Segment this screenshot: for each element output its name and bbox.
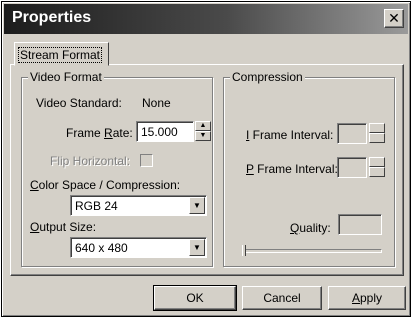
p-frame-interval-label: P Frame Interval: — [246, 162, 338, 176]
video-standard-value: None — [137, 92, 207, 113]
spin-up-icon[interactable]: ▲ — [195, 121, 211, 131]
window-title: Properties — [12, 9, 92, 26]
i-frame-interval-input[interactable] — [337, 123, 367, 144]
quality-label: Quality: — [290, 221, 331, 235]
video-standard-label: Video Standard: — [36, 96, 122, 110]
color-space-select[interactable]: RGB 24 ▼ — [70, 195, 207, 216]
tab-stream-format[interactable]: Stream Format — [14, 42, 109, 66]
color-space-label: Color Space / Compression: — [30, 178, 181, 192]
frame-rate-input[interactable]: 15.000 — [136, 121, 194, 142]
spin-down-icon[interactable] — [369, 133, 385, 143]
flip-horizontal-label: Flip Horizontal: — [50, 154, 131, 168]
spin-up-icon[interactable] — [369, 157, 385, 167]
spin-up-icon[interactable] — [369, 123, 385, 133]
chevron-down-icon[interactable]: ▼ — [189, 239, 205, 256]
spin-down-icon[interactable]: ▼ — [195, 131, 211, 141]
tab-label: Stream Format — [17, 47, 103, 63]
i-frame-interval-spinner[interactable] — [369, 123, 385, 144]
video-format-group: Video Format Video Standard: None Frame … — [21, 70, 213, 267]
output-size-label: Output Size: — [30, 220, 97, 234]
flip-horizontal-checkbox[interactable] — [140, 154, 153, 167]
output-size-select[interactable]: 640 x 480 ▼ — [70, 237, 207, 258]
compression-group: Compression I Frame Interval: P Frame In… — [223, 70, 395, 267]
tab-panel: Video Format Video Standard: None Frame … — [10, 64, 404, 276]
ok-button[interactable]: OK — [153, 285, 237, 311]
compression-group-label: Compression — [230, 70, 305, 84]
quality-slider-thumb[interactable] — [242, 245, 246, 256]
p-frame-interval-spinner[interactable] — [369, 157, 385, 178]
title-bar[interactable]: Properties ✕ — [4, 4, 408, 34]
close-button[interactable]: ✕ — [384, 9, 404, 28]
cancel-button[interactable]: Cancel — [242, 286, 322, 310]
frame-rate-label: Frame Rate: — [66, 126, 133, 140]
chevron-down-icon[interactable]: ▼ — [189, 197, 205, 214]
quality-slider-track[interactable] — [242, 249, 382, 253]
p-frame-interval-input[interactable] — [337, 157, 367, 178]
properties-dialog: Properties ✕ Stream Format Video Format … — [1, 1, 411, 317]
frame-rate-spinner[interactable]: ▲ ▼ — [195, 121, 211, 142]
i-frame-interval-label: I Frame Interval: — [246, 128, 334, 142]
quality-value-box — [338, 214, 382, 235]
spin-down-icon[interactable] — [369, 167, 385, 177]
apply-button[interactable]: Apply — [328, 286, 406, 310]
video-format-group-label: Video Format — [28, 70, 104, 84]
close-icon: ✕ — [388, 10, 400, 26]
